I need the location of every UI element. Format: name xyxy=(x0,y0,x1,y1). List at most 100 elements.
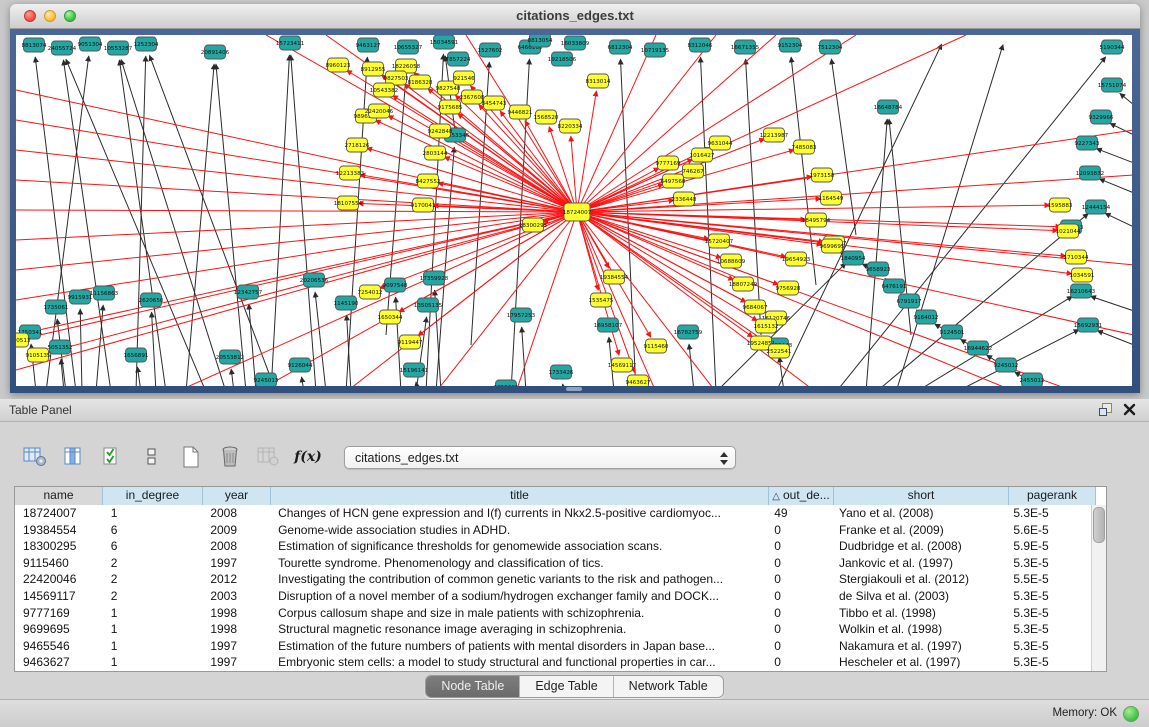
network-node[interactable]: 1527602 xyxy=(478,43,503,57)
table-cell[interactable]: 5.3E-5 xyxy=(1005,588,1092,605)
network-node[interactable]: 12213383 xyxy=(336,166,365,180)
table-cell[interactable]: 6 xyxy=(103,522,203,539)
column-header-name[interactable]: name xyxy=(15,487,103,505)
network-node[interactable]: 15720407 xyxy=(705,234,734,248)
table-cell[interactable]: Tibbo et al. (1998) xyxy=(831,605,1005,622)
table-cell[interactable]: 1 xyxy=(103,605,203,622)
network-node[interactable]: 20206536 xyxy=(300,273,329,287)
table-cell[interactable]: 1998 xyxy=(202,605,270,622)
network-node[interactable]: 18724007 xyxy=(563,203,592,221)
table-row[interactable]: 2242004622012Investigating the contribut… xyxy=(15,571,1092,588)
table-cell[interactable]: Estimation of significance thresholds fo… xyxy=(270,538,766,555)
network-node[interactable]: 6476191 xyxy=(882,279,907,293)
network-node[interactable]: 9105135 xyxy=(26,348,51,362)
table-cell[interactable]: 19384554 xyxy=(15,522,103,539)
network-node[interactable]: 16782759 xyxy=(674,325,703,339)
network-node[interactable]: 1840954 xyxy=(841,251,866,265)
network-node[interactable]: 9463627 xyxy=(626,375,651,386)
table-cell[interactable]: 5.3E-5 xyxy=(1005,638,1092,655)
table-cell[interactable]: 18724007 xyxy=(15,505,103,522)
table-cell[interactable]: Dudbridge et al. (2008) xyxy=(831,538,1005,555)
network-node[interactable]: 15751074 xyxy=(1098,78,1127,92)
network-node[interactable]: 12093832 xyxy=(1076,166,1104,180)
network-node[interactable]: 24055724 xyxy=(48,41,77,55)
network-node[interactable]: 9658923 xyxy=(866,262,891,276)
network-node[interactable]: 8312046 xyxy=(688,38,713,52)
column-header-out_de[interactable]: △out_de... xyxy=(769,487,834,505)
table-cell[interactable]: 0 xyxy=(766,571,831,588)
table-cell[interactable]: 2003 xyxy=(202,588,270,605)
import-table-button[interactable] xyxy=(254,443,284,471)
network-node[interactable]: 1595883 xyxy=(1048,198,1073,212)
network-node[interactable]: 1145190 xyxy=(334,296,359,310)
network-node[interactable]: 9446821 xyxy=(508,105,533,119)
network-node[interactable]: 10688609 xyxy=(717,254,746,268)
table-cell[interactable]: Stergiakouli et al. (2012) xyxy=(831,571,1005,588)
network-node[interactable]: 10655327 xyxy=(394,40,423,54)
table-cell[interactable]: 2012 xyxy=(202,571,270,588)
network-node[interactable]: 2803144 xyxy=(423,146,448,160)
network-node[interactable]: 8186328 xyxy=(408,75,433,89)
network-node[interactable]: 921546 xyxy=(453,71,475,85)
network-node[interactable]: 16671355 xyxy=(731,40,760,54)
table-cell[interactable]: 5.6E-5 xyxy=(1005,522,1092,539)
table-cell[interactable]: 5.9E-5 xyxy=(1005,538,1092,555)
network-node[interactable]: 9170041 xyxy=(411,198,436,212)
network-node[interactable]: 8960123 xyxy=(326,58,351,72)
network-node[interactable]: 16648784 xyxy=(874,100,903,114)
table-cell[interactable]: 5.3E-5 xyxy=(1005,654,1092,671)
network-node[interactable]: 19654923 xyxy=(782,252,811,266)
table-cell[interactable]: de Silva et al. (2003) xyxy=(831,588,1005,605)
network-node[interactable]: 7254012 xyxy=(358,285,383,299)
table-cell[interactable]: Tourette syndrome. Phenomenology and cla… xyxy=(270,555,766,572)
network-node[interactable]: 14569117 xyxy=(608,358,637,372)
network-node[interactable]: 8813074 xyxy=(22,38,47,52)
network-node[interactable]: 13505135 xyxy=(414,298,443,312)
float-panel-icon[interactable] xyxy=(1099,403,1113,416)
network-node[interactable]: 5051352 xyxy=(48,340,73,354)
table-cell[interactable]: 0 xyxy=(766,654,831,671)
network-node[interactable]: 15196141 xyxy=(400,363,429,377)
network-node[interactable]: 9463127 xyxy=(356,38,381,52)
network-canvas[interactable]: 8813074240557249051304105532871252304208… xyxy=(16,35,1132,386)
network-node[interactable]: 8220334 xyxy=(558,119,583,133)
network-node[interactable]: 12342757 xyxy=(234,285,263,299)
network-node[interactable]: 1735061 xyxy=(44,300,69,314)
table-cell[interactable]: 14569117 xyxy=(15,588,103,605)
network-node[interactable]: 1710344 xyxy=(1064,250,1089,264)
network-node[interactable]: 9631044 xyxy=(708,136,733,150)
network-node[interactable]: 9164012 xyxy=(914,310,939,324)
network-node[interactable]: 8427552 xyxy=(416,174,441,188)
network-node[interactable]: 16944622 xyxy=(964,341,992,355)
network-node[interactable]: 2336448 xyxy=(672,192,697,206)
table-cell[interactable]: 0 xyxy=(766,555,831,572)
table-cell[interactable]: 2008 xyxy=(202,505,270,522)
table-row[interactable]: 977716911998Corpus callosum shape and si… xyxy=(15,605,1092,622)
column-header-in_degree[interactable]: in_degree xyxy=(103,487,203,505)
network-node[interactable]: 18495794 xyxy=(802,213,831,227)
create-column-button[interactable] xyxy=(176,443,206,471)
table-cell[interactable]: Corpus callosum shape and size in male p… xyxy=(270,605,766,622)
table-cell[interactable]: 5.3E-5 xyxy=(1005,605,1092,622)
network-node[interactable]: 15723411 xyxy=(276,36,305,50)
network-node[interactable]: 7512304 xyxy=(818,40,843,54)
network-node[interactable]: 17359928 xyxy=(420,271,449,285)
network-node[interactable]: 1973158 xyxy=(810,168,835,182)
table-cell[interactable]: 5.3E-5 xyxy=(1005,621,1092,638)
table-row[interactable]: 1456911722003Disruption of a novel membe… xyxy=(15,588,1092,605)
table-cell[interactable]: 49 xyxy=(766,505,831,522)
network-node[interactable]: 1034591 xyxy=(1070,268,1095,282)
network-node[interactable]: 6497568 xyxy=(661,174,686,188)
network-node[interactable]: 9684067 xyxy=(743,300,768,314)
network-node[interactable]: 8313014 xyxy=(586,74,611,88)
table-cell[interactable]: 9115460 xyxy=(15,555,103,572)
network-node[interactable]: 8813054 xyxy=(528,35,553,47)
network-node[interactable]: 1164549 xyxy=(819,191,844,205)
window-resize-grip[interactable] xyxy=(566,387,582,391)
table-cell[interactable]: 6 xyxy=(103,538,203,555)
table-cell[interactable]: 1997 xyxy=(202,555,270,572)
network-node[interactable]: 1615132 xyxy=(754,319,779,333)
delete-column-button[interactable] xyxy=(215,443,245,471)
window-titlebar[interactable]: citations_edges.txt xyxy=(10,4,1140,29)
network-node[interactable]: 5190344 xyxy=(1100,40,1125,54)
